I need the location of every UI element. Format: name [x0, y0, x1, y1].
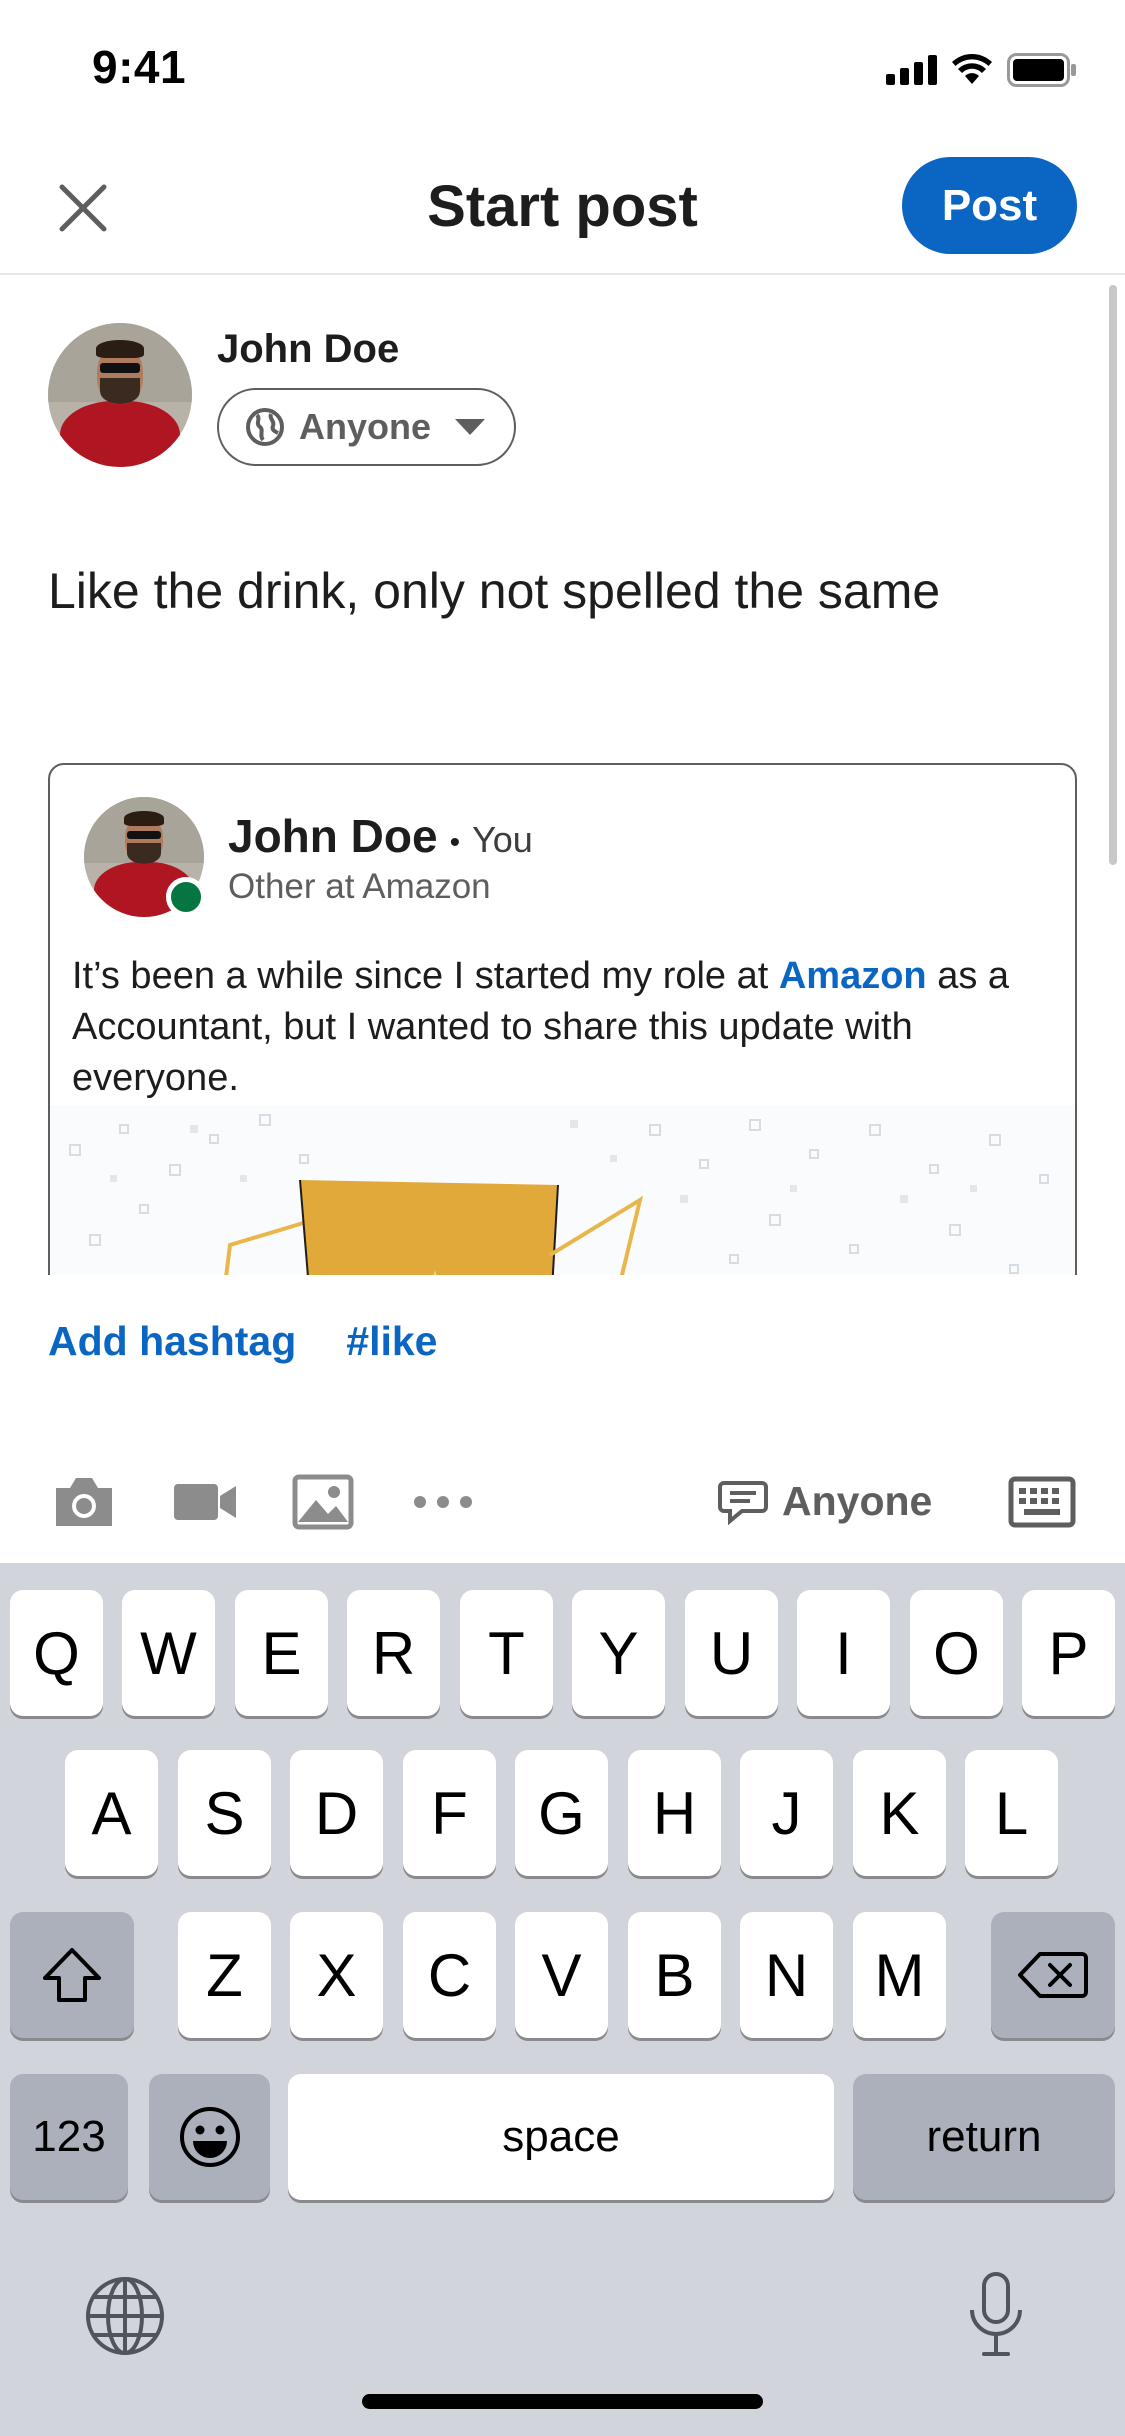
numbers-key[interactable]: 123 — [10, 2074, 128, 2200]
key-g[interactable]: G — [515, 1750, 608, 1876]
key-x[interactable]: X — [290, 1912, 383, 2038]
key-d[interactable]: D — [290, 1750, 383, 1876]
image-icon[interactable] — [292, 1474, 354, 1530]
more-icon[interactable] — [410, 1492, 476, 1512]
emoji-key[interactable] — [149, 2074, 270, 2200]
shared-post-headline: Other at Amazon — [228, 867, 491, 906]
shared-post-author-name: John Doe — [228, 810, 438, 862]
compose-toolbar: Anyone — [0, 1448, 1125, 1560]
separator-dot: • — [449, 826, 461, 859]
keyboard: Q W E R T Y U I O P A S D F G H J K L Z … — [0, 1563, 1125, 2436]
key-f[interactable]: F — [403, 1750, 496, 1876]
keyboard-icon[interactable] — [1008, 1476, 1076, 1528]
caret-down-icon — [455, 419, 486, 435]
scrollbar[interactable] — [1109, 285, 1117, 865]
key-u[interactable]: U — [685, 1590, 778, 1716]
relation-label: You — [472, 819, 533, 860]
post-text-input[interactable]: Like the drink, only not spelled the sam… — [48, 562, 940, 620]
shift-key[interactable] — [10, 1912, 134, 2038]
key-c[interactable]: C — [403, 1912, 496, 2038]
status-bar: 9:41 — [0, 0, 1125, 135]
audience-label: Anyone — [299, 406, 432, 447]
add-hashtag-button[interactable]: Add hashtag — [48, 1318, 296, 1365]
key-o[interactable]: O — [910, 1590, 1003, 1716]
key-a[interactable]: A — [65, 1750, 158, 1876]
camera-icon[interactable] — [52, 1474, 116, 1530]
online-status-badge — [166, 877, 206, 917]
return-key[interactable]: return — [853, 2074, 1115, 2200]
shared-post-body: It’s been a while since I started my rol… — [72, 955, 1010, 1099]
key-w[interactable]: W — [122, 1590, 215, 1716]
key-y[interactable]: Y — [572, 1590, 665, 1716]
key-e[interactable]: E — [235, 1590, 328, 1716]
emoji-icon — [179, 2107, 240, 2167]
key-k[interactable]: K — [853, 1750, 946, 1876]
battery-icon — [1007, 53, 1076, 87]
company-link[interactable]: Amazon — [779, 955, 927, 997]
space-key[interactable]: space — [288, 2074, 834, 2200]
globe-keyboard-icon[interactable] — [84, 2275, 166, 2357]
key-v[interactable]: V — [515, 1912, 608, 2038]
key-q[interactable]: Q — [10, 1590, 103, 1716]
backspace-key[interactable] — [991, 1912, 1115, 2038]
status-time: 9:41 — [92, 41, 187, 93]
hashtag-row: Add hashtag #like — [48, 1318, 438, 1365]
post-button[interactable]: Post — [902, 157, 1077, 254]
key-l[interactable]: L — [965, 1750, 1058, 1876]
key-j[interactable]: J — [740, 1750, 833, 1876]
cellular-signal-icon — [886, 55, 937, 85]
wifi-icon — [952, 54, 992, 84]
key-p[interactable]: P — [1022, 1590, 1115, 1716]
video-icon[interactable] — [172, 1474, 238, 1530]
hashtag-chip[interactable]: #like — [346, 1318, 437, 1365]
comment-icon — [718, 1480, 768, 1525]
compose-area[interactable]: John Doe Anyone Like the drink, only not… — [0, 277, 1125, 1275]
microphone-icon[interactable] — [966, 2270, 1026, 2360]
shared-post-author: John Doe • You — [228, 809, 533, 863]
key-n[interactable]: N — [740, 1912, 833, 2038]
comment-visibility-label: Anyone — [782, 1478, 933, 1524]
author-name: John Doe — [217, 327, 400, 371]
key-b[interactable]: B — [628, 1912, 721, 2038]
avatar — [48, 323, 192, 467]
header: Start post Post — [0, 135, 1125, 275]
home-indicator — [362, 2394, 763, 2409]
key-i[interactable]: I — [797, 1590, 890, 1716]
key-h[interactable]: H — [628, 1750, 721, 1876]
status-icons — [886, 52, 1077, 88]
key-t[interactable]: T — [460, 1590, 553, 1716]
comment-visibility-button[interactable]: Anyone — [718, 1478, 932, 1525]
key-z[interactable]: Z — [178, 1912, 271, 2038]
key-m[interactable]: M — [853, 1912, 946, 2038]
globe-icon — [246, 408, 284, 446]
shared-post-card[interactable]: John Doe • You Other at Amazon It’s been… — [48, 763, 1077, 1275]
key-s[interactable]: S — [178, 1750, 271, 1876]
backspace-icon — [1018, 1952, 1088, 1998]
audience-selector[interactable]: Anyone — [217, 388, 516, 466]
shift-icon — [43, 1948, 101, 2002]
shared-post-image — [50, 1105, 1075, 1275]
key-r[interactable]: R — [347, 1590, 440, 1716]
